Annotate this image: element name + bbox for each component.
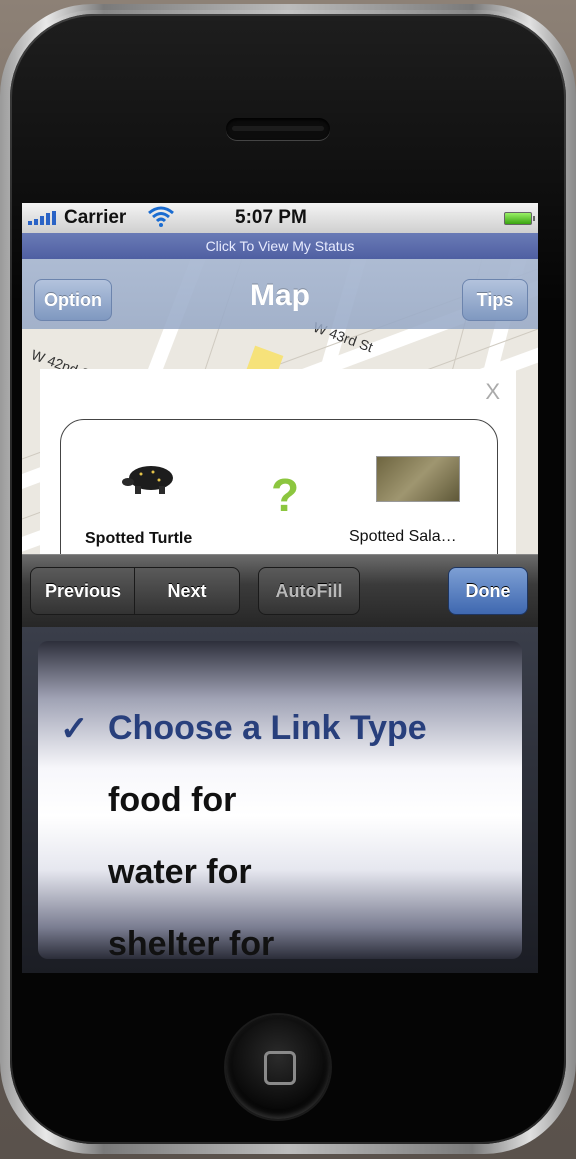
navigation-bar: Option Map Tips <box>22 259 538 329</box>
carrier-label: Carrier <box>64 207 127 228</box>
turtle-icon <box>122 466 173 494</box>
earpiece-speaker <box>226 118 330 140</box>
picker-option[interactable]: water for <box>108 853 252 892</box>
done-button[interactable]: Done <box>448 567 528 615</box>
checkmark-icon: ✓ <box>60 710 89 748</box>
page-title: Map <box>250 279 310 312</box>
home-button[interactable] <box>226 1015 330 1119</box>
link-question-mark[interactable]: ? <box>271 468 299 522</box>
picker-option[interactable]: food for <box>108 781 236 820</box>
signal-icon <box>28 211 56 225</box>
salamander-image <box>376 456 460 502</box>
view-status-link[interactable]: Click To View My Status <box>22 233 538 259</box>
close-icon[interactable]: X <box>485 379 500 405</box>
keyboard-toolbar: Previous Next AutoFill Done <box>22 554 538 628</box>
device-screen: Carrier 5:07 PM Click To View My Status <box>22 203 538 973</box>
link-type-picker[interactable]: ✓ Choose a Link Type food for water for … <box>38 641 522 959</box>
left-animal-name: Spotted Turtle <box>85 530 193 547</box>
right-animal-name: Spotted Sala… <box>349 528 457 545</box>
picker-option[interactable]: shelter for <box>108 925 274 959</box>
tips-button[interactable]: Tips <box>462 279 528 321</box>
wifi-icon <box>148 206 174 227</box>
picker-panel: ✓ Choose a Link Type food for water for … <box>22 627 538 973</box>
link-popup: X ? Spotted Turtle Spotted Sala… <box>40 369 516 581</box>
clock-time: 5:07 PM <box>235 207 307 228</box>
battery-icon <box>504 212 535 225</box>
status-bar: Carrier 5:07 PM <box>22 203 538 233</box>
next-button[interactable]: Next <box>134 567 240 615</box>
autofill-button[interactable]: AutoFill <box>258 567 360 615</box>
picker-option[interactable]: Choose a Link Type <box>108 709 427 748</box>
previous-button[interactable]: Previous <box>30 567 136 615</box>
